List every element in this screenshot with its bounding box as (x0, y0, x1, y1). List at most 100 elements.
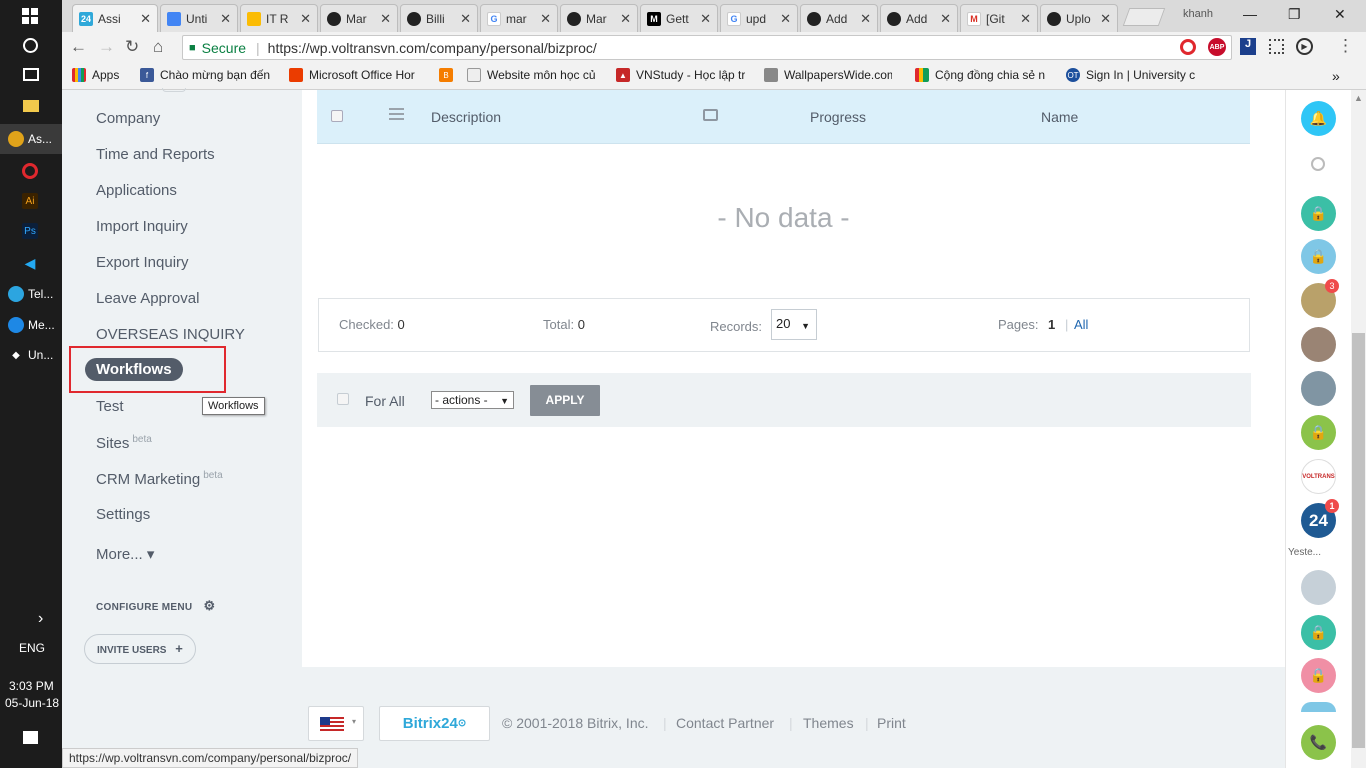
browser-tab[interactable]: IT R ✕ (240, 4, 318, 32)
language-indicator[interactable]: ENG (19, 641, 45, 655)
bookmark-item[interactable]: ▲ VNStudy - Học lập tr (616, 68, 745, 82)
bookmark-apps[interactable]: Apps (72, 68, 119, 82)
file-explorer-icon[interactable] (23, 100, 39, 112)
column-settings-icon[interactable] (389, 108, 404, 120)
task-view-icon[interactable] (23, 68, 39, 81)
windows-start-icon[interactable] (22, 8, 38, 24)
menu-item-sites[interactable]: Sites beta (96, 434, 152, 452)
bitrix24-chat-icon[interactable]: 24 1 (1301, 499, 1339, 538)
qr-code-icon[interactable] (1269, 39, 1284, 54)
taskbar-photoshop[interactable]: Ps (0, 216, 62, 246)
close-icon[interactable]: ✕ (780, 11, 791, 27)
voltrans-logo-icon[interactable]: VOLTRANS (1301, 459, 1336, 494)
maximize-icon[interactable]: ❐ (1288, 6, 1301, 23)
column-progress[interactable]: Progress (810, 109, 866, 125)
menu-item-leave-approval[interactable]: Leave Approval (96, 290, 199, 307)
contact-avatar[interactable] (1301, 371, 1336, 406)
close-icon[interactable]: ✕ (940, 11, 951, 27)
browser-tab[interactable]: Billi ✕ (400, 4, 478, 32)
notifications-icon[interactable] (23, 731, 38, 744)
menu-item-test[interactable]: Test (96, 398, 124, 415)
taskbar-chrome[interactable]: As... (0, 124, 62, 154)
contact-avatar[interactable]: 3 (1301, 279, 1339, 318)
contact-partner-link[interactable]: Contact Partner (676, 715, 774, 731)
chrome-menu-icon[interactable]: ⋮ (1337, 36, 1354, 56)
bookmark-item[interactable]: OT Sign In | University c (1066, 68, 1195, 82)
menu-item-company[interactable]: Company (96, 110, 160, 127)
opera-extension-icon[interactable] (1180, 39, 1196, 55)
close-icon[interactable]: ✕ (220, 11, 231, 27)
language-selector[interactable]: ▾ (308, 706, 364, 741)
show-hidden-icons-icon[interactable]: › (38, 610, 43, 628)
close-icon[interactable]: ✕ (380, 11, 391, 27)
bookmark-item[interactable]: Microsoft Office Hor (289, 68, 415, 82)
taskbar-opera[interactable] (0, 156, 62, 186)
close-icon[interactable]: ✕ (140, 11, 151, 27)
close-icon[interactable]: ✕ (700, 11, 711, 27)
more-bookmarks-button[interactable]: » (1332, 68, 1340, 84)
close-window-icon[interactable]: ✕ (1334, 6, 1346, 23)
new-tab-button[interactable] (1122, 8, 1166, 26)
address-bar[interactable]: ■ Secure | https://wp.voltransvn.com/com… (182, 35, 1232, 60)
close-icon[interactable]: ✕ (1020, 11, 1031, 27)
clock-date[interactable]: 05-Jun-18 (5, 696, 59, 710)
notifications-bell-icon[interactable]: 🔔 (1301, 101, 1336, 136)
browser-tab[interactable]: 24 Assi ✕ (72, 4, 158, 32)
column-description[interactable]: Description (431, 109, 501, 125)
taskbar-illustrator[interactable]: Ai (0, 186, 62, 216)
themes-link[interactable]: Themes (803, 715, 854, 731)
for-all-checkbox[interactable] (337, 393, 349, 405)
cortana-icon[interactable] (23, 38, 38, 53)
menu-item-settings[interactable]: Settings (96, 506, 150, 523)
menu-item-crm-marketing[interactable]: CRM Marketing beta (96, 470, 223, 488)
browser-tab[interactable]: Uplo ✕ (1040, 4, 1118, 32)
adblock-icon[interactable]: ABP (1208, 38, 1226, 56)
chat-icon-partial[interactable] (1301, 702, 1336, 712)
menu-item-applications[interactable]: Applications (96, 182, 177, 199)
back-arrow-icon[interactable]: ← (70, 37, 87, 57)
profile-name[interactable]: khanh (1183, 8, 1213, 20)
invite-users-button[interactable]: INVITE USERS + (84, 634, 196, 664)
close-icon[interactable]: ✕ (460, 11, 471, 27)
contact-avatar[interactable] (1301, 327, 1336, 362)
browser-tab[interactable]: G mar ✕ (480, 4, 558, 32)
media-play-icon[interactable]: ▶ (1296, 38, 1313, 55)
locked-chat-icon[interactable]: 🔒 (1301, 415, 1336, 450)
bookmark-item[interactable]: B (439, 68, 459, 82)
minimize-icon[interactable]: — (1243, 6, 1257, 22)
configure-menu-button[interactable]: CONFIGURE MENU ⚙ (96, 598, 215, 614)
apply-button[interactable]: APPLY (530, 385, 600, 416)
phone-call-icon[interactable]: 📞 (1301, 725, 1336, 760)
locked-chat-icon[interactable]: 🔒 (1301, 196, 1336, 231)
all-pages-link[interactable]: All (1074, 317, 1088, 332)
browser-tab[interactable]: Add ✕ (800, 4, 878, 32)
contact-avatar[interactable] (1301, 570, 1336, 605)
bookmark-item[interactable]: Website môn học củ (467, 68, 596, 82)
select-all-checkbox[interactable] (331, 110, 343, 122)
menu-item-export-inquiry[interactable]: Export Inquiry (96, 254, 189, 271)
bitrix24-logo-button[interactable]: Bitrix24⊙ (379, 706, 490, 741)
scroll-up-arrow-icon[interactable]: ▲ (1354, 93, 1363, 103)
menu-item-overseas-inquiry[interactable]: OVERSEAS INQUIRY (96, 326, 245, 343)
home-icon[interactable]: ⌂ (153, 37, 163, 57)
browser-tab[interactable]: G upd ✕ (720, 4, 798, 32)
taskbar-vscode[interactable]: ◀ (0, 248, 62, 278)
records-per-page-select[interactable]: 20 ▼ (771, 309, 817, 340)
menu-item-import-inquiry[interactable]: Import Inquiry (96, 218, 188, 235)
close-icon[interactable]: ✕ (540, 11, 551, 27)
browser-tab[interactable]: M [Git ✕ (960, 4, 1038, 32)
taskbar-messenger[interactable]: Me... (0, 310, 62, 340)
reload-icon[interactable]: ↻ (125, 37, 139, 57)
forward-arrow-icon[interactable]: → (98, 37, 115, 57)
menu-item-time-and-reports[interactable]: Time and Reports (96, 146, 215, 163)
browser-tab[interactable]: Add ✕ (880, 4, 958, 32)
browser-tab[interactable]: Mar ✕ (320, 4, 398, 32)
taskbar-telegram[interactable]: Tel... (0, 279, 62, 309)
locked-chat-icon[interactable]: 🔒 (1301, 239, 1336, 274)
actions-select[interactable]: - actions - ▼ (431, 391, 514, 409)
browser-tab[interactable]: Mar ✕ (560, 4, 638, 32)
close-icon[interactable]: ✕ (1100, 11, 1111, 27)
clock-time[interactable]: 3:03 PM (9, 679, 54, 693)
current-page[interactable]: 1 (1048, 317, 1055, 332)
close-icon[interactable]: ✕ (300, 11, 311, 27)
